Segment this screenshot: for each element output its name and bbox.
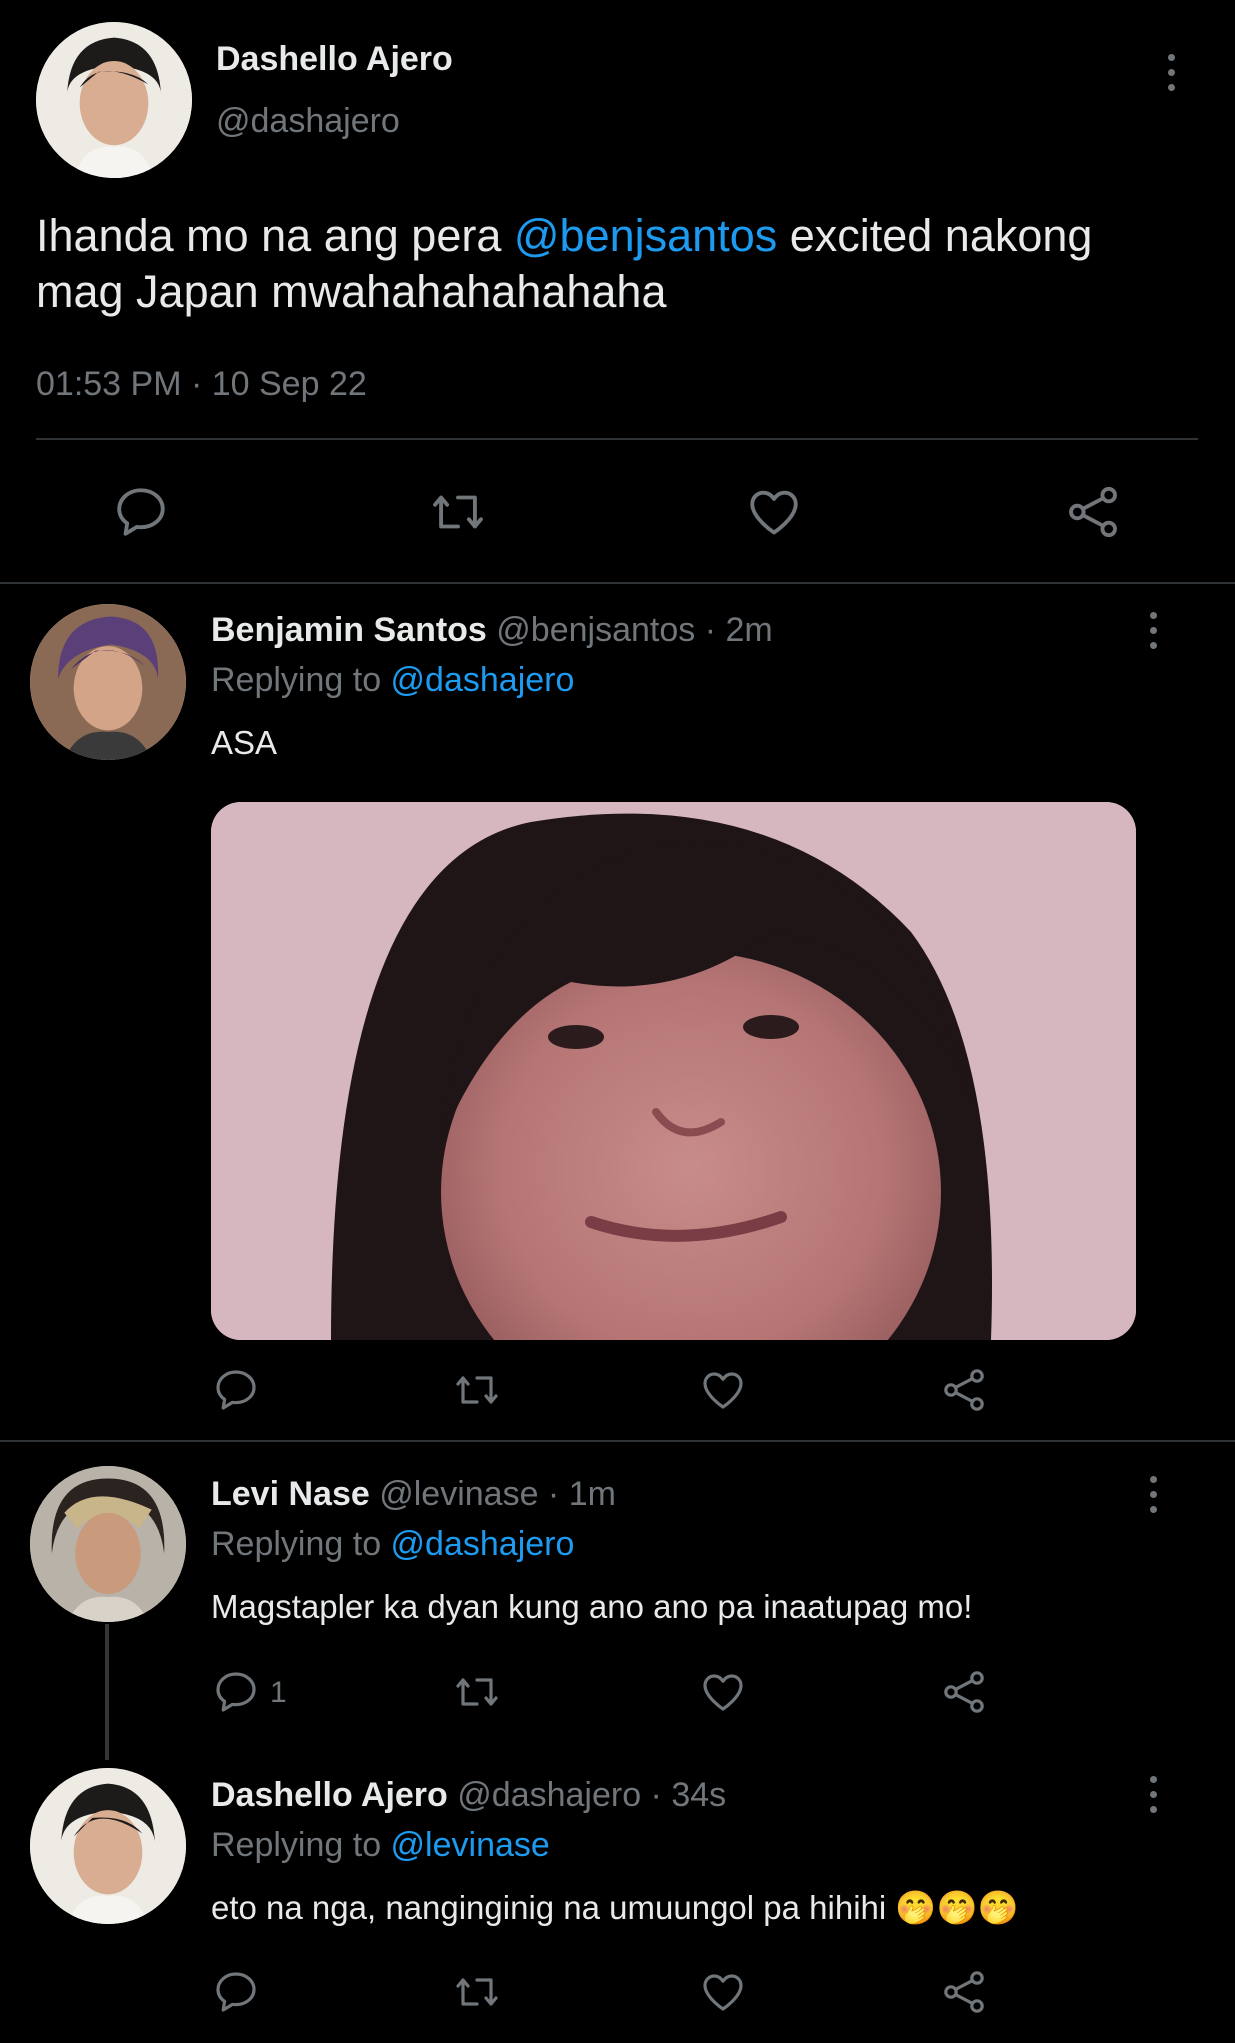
like-icon[interactable] [744, 483, 804, 541]
reply-header: Levi Nase @levinase · 1m [211, 1474, 616, 1514]
reply-icon[interactable] [212, 1668, 260, 1716]
thread-connector-line [105, 1624, 109, 1760]
reply-count: 1 [270, 1676, 287, 1709]
like-icon[interactable] [698, 1366, 748, 1414]
share-icon[interactable] [1064, 483, 1122, 541]
retweet-icon[interactable] [450, 1968, 504, 2016]
replying-to: Replying to @dashajero [211, 660, 574, 700]
reply-text-row: eto na nga, nanginginig na umuungol pa h… [211, 1888, 1019, 1928]
reply-meta[interactable]: @dashajero · 34s [457, 1776, 726, 1814]
reply-avatar[interactable] [30, 1466, 186, 1622]
more-options-icon[interactable] [1148, 612, 1158, 652]
replying-to-label: Replying to [211, 1525, 391, 1563]
tweet-text: Ihanda mo na ang pera @benjsantos excite… [36, 208, 1092, 320]
avatar-portrait-icon [30, 1768, 186, 1924]
reply-text: eto na nga, nanginginig na umuungol pa h… [211, 1889, 887, 1926]
tweet-text-line2: mag Japan mwahahahahahaha [36, 266, 667, 317]
reply-avatar[interactable] [30, 1768, 186, 1924]
stats-divider [36, 438, 1198, 440]
more-options-icon[interactable] [1148, 1476, 1158, 1516]
tweet-text-part: Ihanda mo na ang pera [36, 210, 514, 261]
mention-link[interactable]: @benjsantos [514, 210, 777, 261]
retweet-icon[interactable] [426, 483, 490, 541]
retweet-icon[interactable] [450, 1668, 504, 1716]
reply-author-name[interactable]: Benjamin Santos [211, 611, 487, 649]
reply-icon[interactable] [112, 483, 170, 541]
reply-text: ASA [211, 724, 278, 761]
emoji-text: 🤭🤭🤭 [895, 1889, 1019, 1926]
avatar-portrait-icon [36, 22, 192, 178]
replying-to-link[interactable]: @levinase [391, 1826, 550, 1864]
replying-to: Replying to @dashajero [211, 1524, 574, 1564]
reply-meta[interactable]: @benjsantos · 2m [496, 611, 772, 649]
tweet-text-part: excited nakong [777, 210, 1093, 261]
reply-author-name[interactable]: Dashello Ajero [211, 1776, 448, 1814]
avatar-portrait-icon [30, 1466, 186, 1622]
photo-face-icon [211, 802, 1136, 1340]
more-options-icon[interactable] [1148, 1776, 1158, 1816]
reply-author-name[interactable]: Levi Nase [211, 1475, 370, 1513]
more-options-icon[interactable] [1166, 54, 1176, 94]
share-icon[interactable] [940, 1668, 988, 1716]
reply-icon[interactable] [212, 1968, 260, 2016]
reply-avatar[interactable] [30, 604, 186, 760]
author-name[interactable]: Dashello Ajero [216, 38, 453, 80]
avatar-portrait-icon [30, 604, 186, 760]
reply-meta[interactable]: @levinase · 1m [379, 1475, 616, 1513]
share-icon[interactable] [940, 1366, 988, 1414]
reply-media-image[interactable] [211, 802, 1136, 1340]
author-handle[interactable]: @dashajero [216, 100, 400, 142]
replying-to-link[interactable]: @dashajero [391, 661, 575, 699]
section-divider [0, 1440, 1235, 1442]
reply-icon[interactable] [212, 1366, 260, 1414]
tweet-timestamp[interactable]: 01:53 PM · 10 Sep 22 [36, 364, 367, 404]
like-icon[interactable] [698, 1668, 748, 1716]
author-avatar[interactable] [36, 22, 192, 178]
retweet-icon[interactable] [450, 1366, 504, 1414]
replying-to-label: Replying to [211, 661, 391, 699]
reply-text: Magstapler ka dyan kung ano ano pa inaat… [211, 1588, 973, 1625]
reply-header: Dashello Ajero @dashajero · 34s [211, 1775, 726, 1815]
replying-to-label: Replying to [211, 1826, 391, 1864]
share-icon[interactable] [940, 1968, 988, 2016]
replying-to-link[interactable]: @dashajero [391, 1525, 575, 1563]
reply-header: Benjamin Santos @benjsantos · 2m [211, 610, 773, 650]
section-divider [0, 582, 1235, 584]
replying-to: Replying to @levinase [211, 1825, 550, 1865]
like-icon[interactable] [698, 1968, 748, 2016]
